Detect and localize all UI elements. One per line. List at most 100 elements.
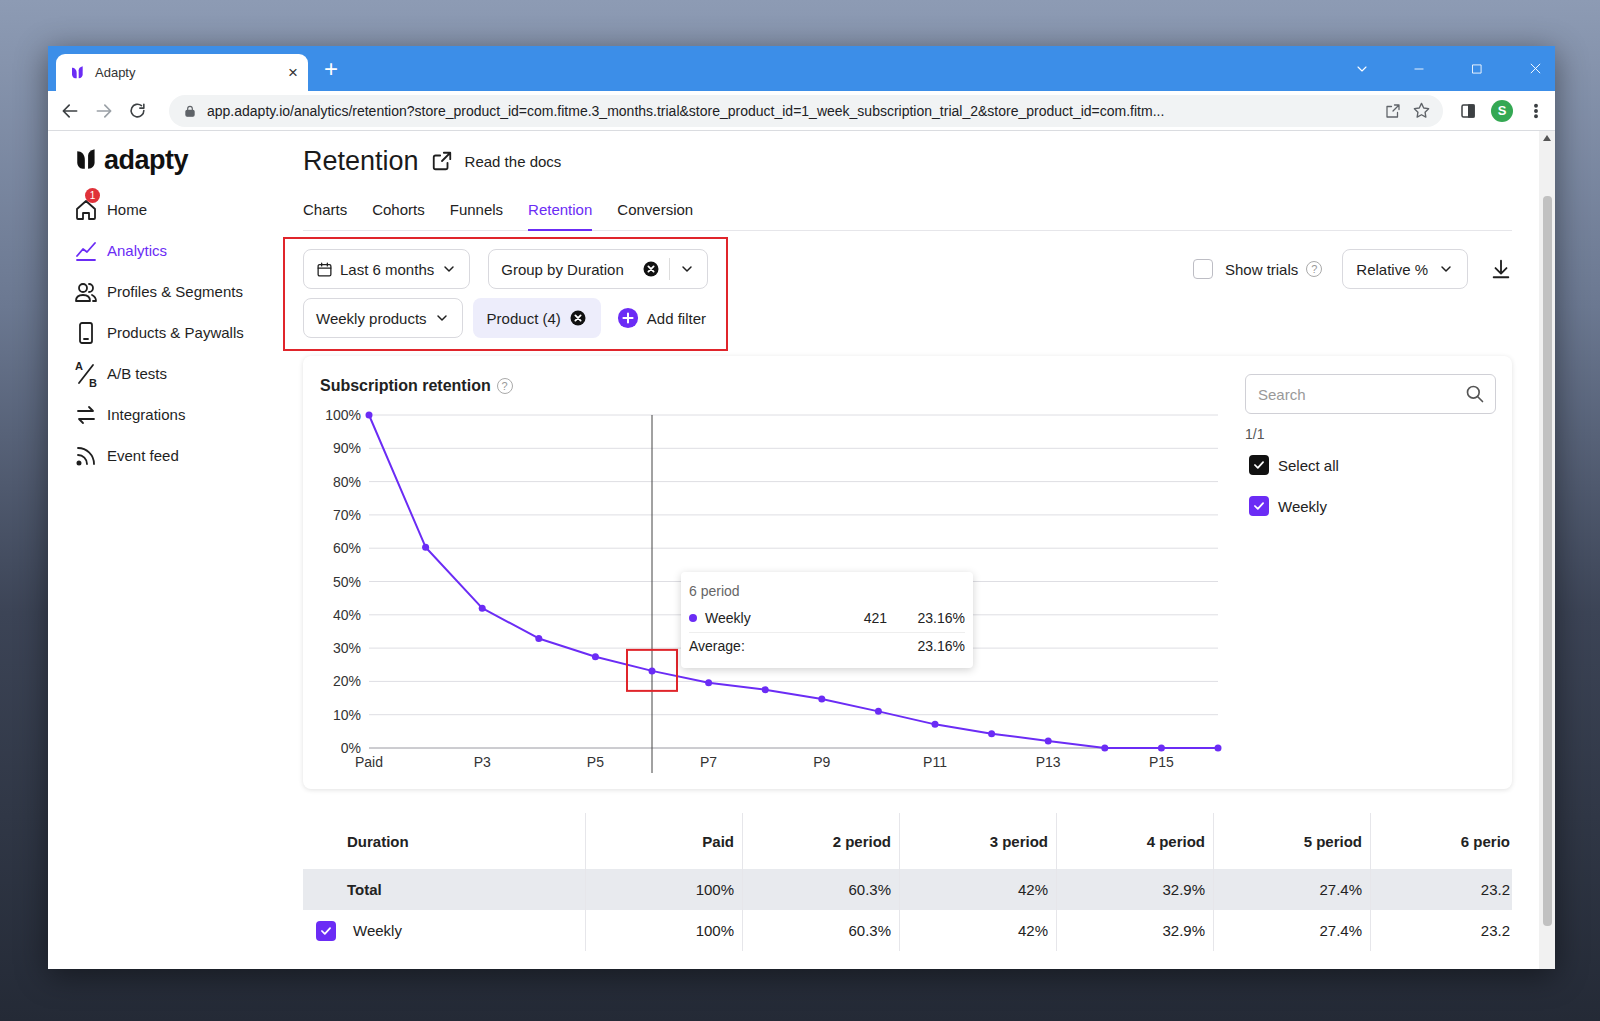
data-point[interactable] [988,730,995,737]
legend-label[interactable]: Select all [1278,457,1339,474]
column-header[interactable]: Paid [585,813,742,869]
maximize-icon[interactable] [1470,62,1484,76]
data-point[interactable] [875,708,882,715]
share-icon[interactable] [1384,102,1402,120]
group-by-label[interactable]: Group by Duration [501,261,624,278]
legend-search[interactable] [1245,374,1496,414]
show-trials-label[interactable]: Show trials [1225,261,1298,278]
column-header[interactable]: 4 period [1056,813,1213,869]
mode-label[interactable]: Relative % [1356,261,1428,278]
data-point[interactable] [1101,745,1108,752]
new-tab-button[interactable]: + [324,57,338,81]
sidebar-item-label[interactable]: Products & Paywalls [107,324,244,341]
chevron-down-icon[interactable] [1354,61,1370,77]
clear-icon[interactable] [642,260,660,278]
help-badge[interactable]: ? [1306,261,1322,277]
add-filter-label[interactable]: Add filter [647,310,706,327]
sidebar-item[interactable]: 1Home [74,189,278,230]
product-filter-label[interactable]: Product (4) [487,310,561,327]
tooltip-average-label: Average: [689,638,745,654]
side-panel-icon[interactable] [1459,102,1477,120]
analytics-tab[interactable]: Charts [303,199,347,231]
analytics-tab[interactable]: Cohorts [372,199,425,231]
analytics-tab[interactable]: Retention [528,199,592,231]
sidebar-item[interactable]: Analytics [74,230,278,271]
icon-letter: A [75,360,83,372]
scrollbar[interactable] [1539,131,1555,969]
download-icon[interactable] [1490,258,1512,280]
row-checkbox[interactable] [316,921,336,941]
sidebar-item[interactable]: Profiles & Segments [74,271,278,312]
group-by-dropdown[interactable]: Group by Duration [488,249,708,289]
reload-icon[interactable] [128,101,147,120]
mode-dropdown[interactable]: Relative % [1342,249,1468,289]
sidebar-item[interactable]: Integrations [74,394,278,435]
column-header[interactable]: 5 period [1213,813,1370,869]
star-icon[interactable] [1412,101,1431,120]
data-point[interactable] [1045,738,1052,745]
data-point[interactable] [932,721,939,728]
column-header[interactable]: 3 period [899,813,1056,869]
sidebar-item-label[interactable]: Integrations [107,406,185,423]
data-point[interactable] [1215,745,1222,752]
sidebar-item-label[interactable]: Home [107,201,147,218]
forward-arrow-icon[interactable] [94,101,114,121]
clear-icon[interactable] [569,309,587,327]
browser-tab[interactable]: Adapty × [56,54,308,91]
column-header[interactable]: 2 period [742,813,899,869]
add-filter-button[interactable]: Add filter [617,307,706,329]
help-badge[interactable]: ? [497,378,513,394]
scroll-thumb[interactable] [1543,196,1552,926]
analytics-tab[interactable]: Funnels [450,199,503,231]
data-point[interactable] [705,679,712,686]
show-trials-checkbox[interactable] [1193,259,1213,279]
data-point[interactable] [592,653,599,660]
legend-item[interactable]: Weekly [1249,495,1496,517]
product-filter-chip[interactable]: Product (4) [473,298,601,338]
legend-search-input[interactable] [1258,386,1457,403]
tab-title[interactable]: Adapty [95,65,135,80]
logo-text[interactable]: adapty [104,147,188,174]
close-icon[interactable] [1528,61,1543,76]
url-text[interactable]: app.adapty.io/analytics/retention?store_… [207,103,1374,119]
data-point[interactable] [535,635,542,642]
external-link-icon[interactable] [431,150,453,172]
grid-line [369,415,1218,416]
search-icon[interactable] [1465,384,1485,404]
data-point[interactable] [366,412,373,419]
data-point[interactable] [649,667,656,674]
sidebar-item-label[interactable]: Profiles & Segments [107,283,243,300]
column-header[interactable]: 6 perio [1370,813,1512,869]
logo[interactable]: adapty [74,145,278,175]
sidebar-item-label[interactable]: Event feed [107,447,179,464]
product-set-dropdown[interactable]: Weekly products [303,298,463,338]
legend-checkbox[interactable] [1249,455,1269,475]
sidebar-item-label[interactable]: A/B tests [107,365,167,382]
legend-label[interactable]: Weekly [1278,498,1327,515]
sidebar-item-label[interactable]: Analytics [107,242,167,259]
data-point[interactable] [762,686,769,693]
scroll-up-icon[interactable] [1543,135,1551,141]
legend-item[interactable]: Select all [1249,454,1496,476]
data-point[interactable] [818,696,825,703]
url-bar[interactable]: app.adapty.io/analytics/retention?store_… [169,95,1443,127]
kebab-menu-icon[interactable] [1527,102,1545,120]
sidebar-item[interactable]: Event feed [74,435,278,476]
data-point[interactable] [479,605,486,612]
period-dropdown[interactable]: Last 6 months [303,249,470,289]
data-point[interactable] [422,544,429,551]
y-tick: 30% [333,640,361,656]
data-point[interactable] [1158,745,1165,752]
column-header[interactable]: Duration [303,813,585,869]
sidebar-item[interactable]: ABA/B tests [74,353,278,394]
product-set-label[interactable]: Weekly products [316,310,427,327]
docs-link[interactable]: Read the docs [465,153,562,170]
profile-avatar[interactable]: S [1491,100,1513,122]
period-label[interactable]: Last 6 months [340,261,434,278]
sidebar-item[interactable]: Products & Paywalls [74,312,278,353]
legend-checkbox[interactable] [1249,496,1269,516]
back-arrow-icon[interactable] [60,101,80,121]
minimize-icon[interactable] [1412,62,1426,76]
analytics-tab[interactable]: Conversion [617,199,693,231]
tab-close-button[interactable]: × [288,64,298,81]
